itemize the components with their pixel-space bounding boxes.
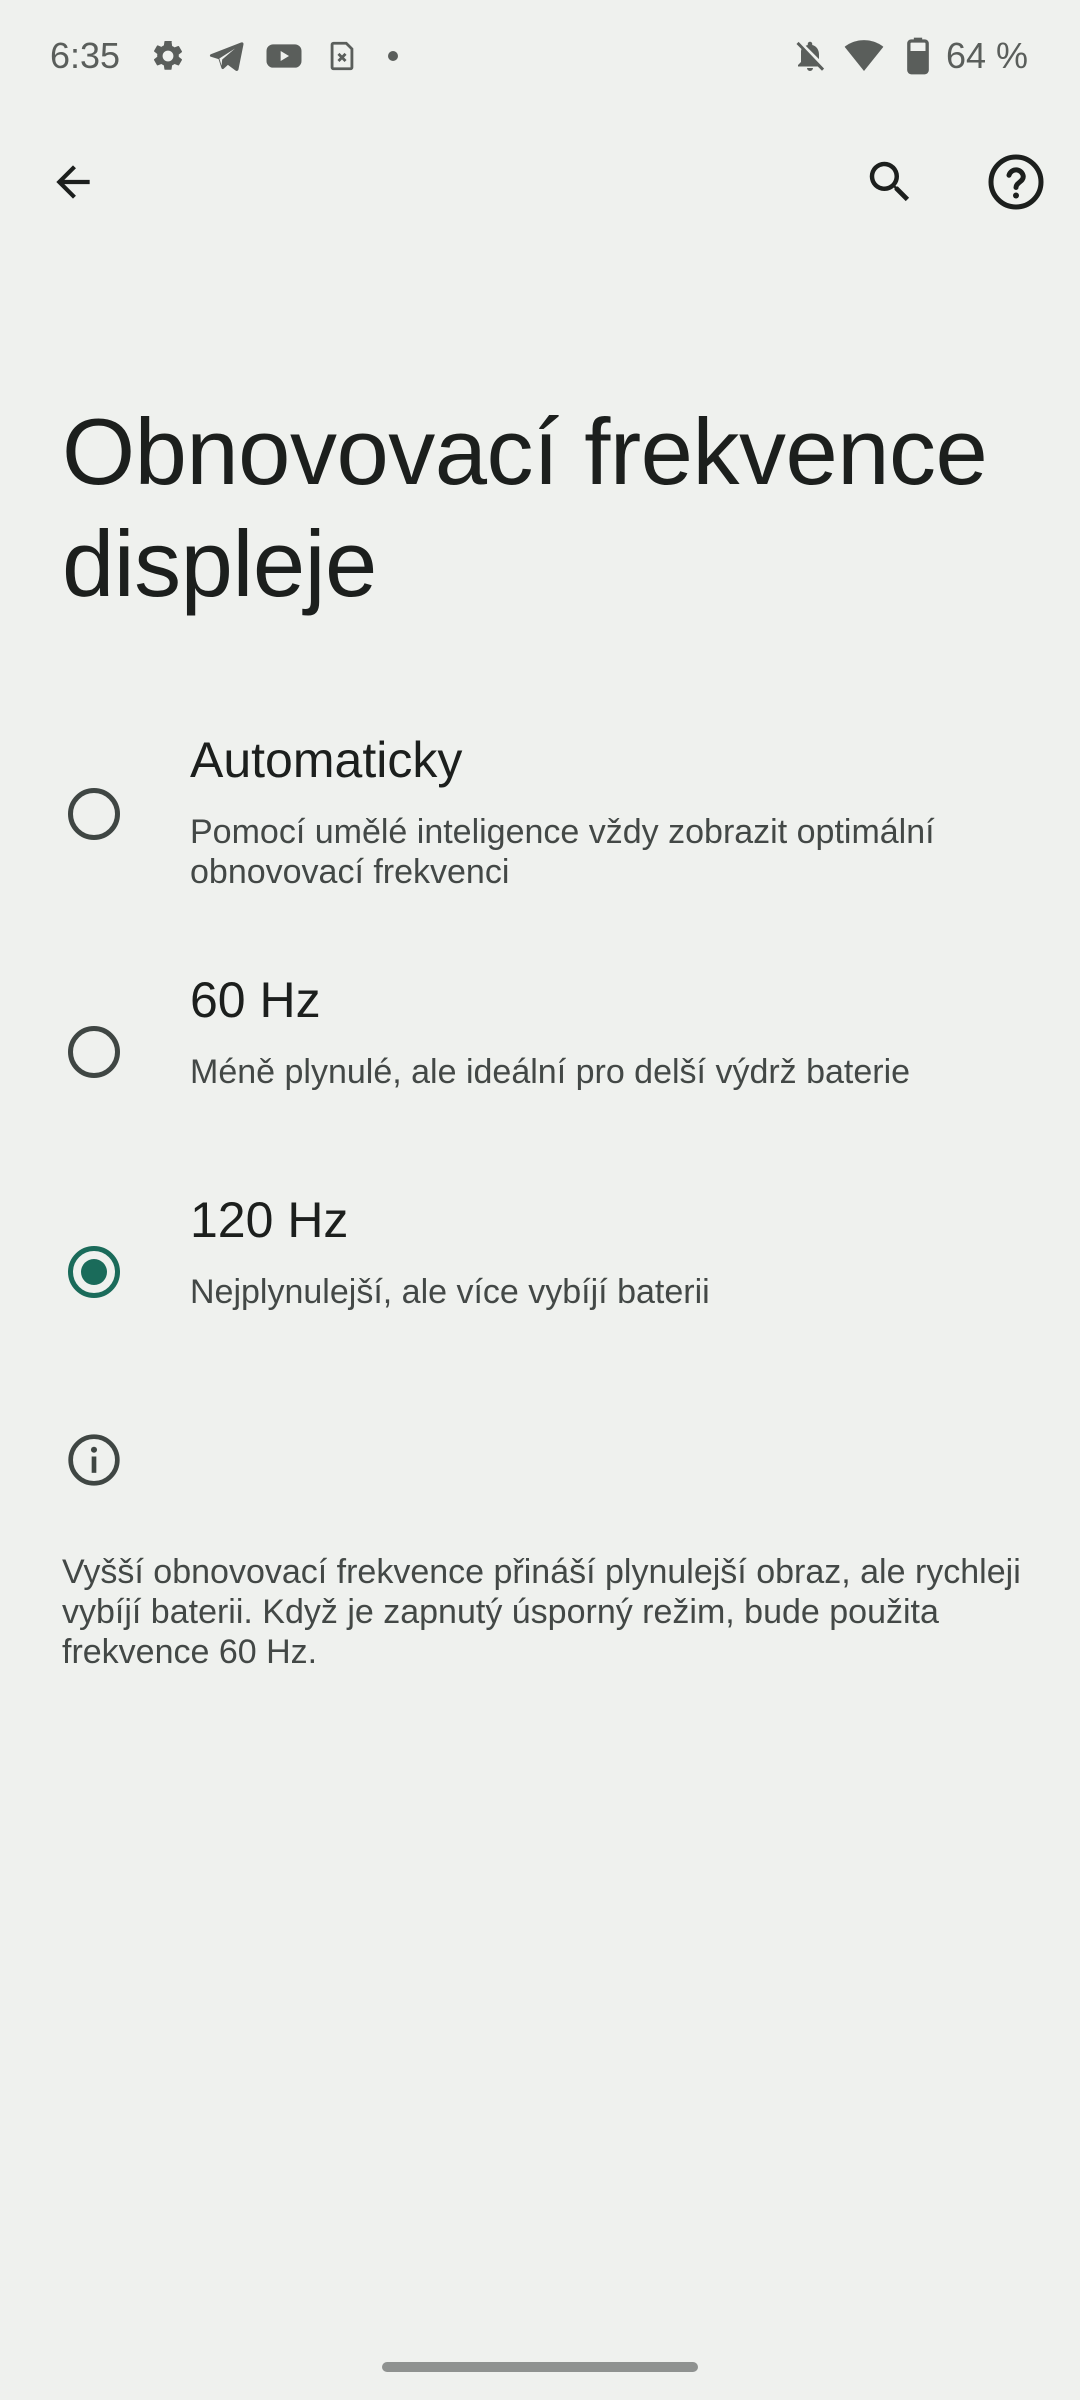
battery-percentage: 64 % — [945, 35, 1028, 76]
search-button[interactable] — [840, 134, 940, 234]
radio-automatic[interactable] — [68, 788, 120, 840]
radio-120hz[interactable] — [68, 1246, 120, 1298]
option-title: 120 Hz — [190, 1192, 349, 1248]
footer-info-text: Vyšší obnovovací frekvence přináší plynu… — [62, 1553, 1021, 1671]
more-notifications-dot — [388, 51, 398, 61]
option-120hz[interactable]: 120 Hz Nejplynulejší, ale více vybíjí ba… — [0, 1190, 1080, 1340]
info-icon — [66, 1432, 122, 1488]
arrow-back-icon — [48, 157, 98, 212]
wifi-icon — [844, 36, 884, 76]
no-sim-icon — [322, 36, 362, 76]
status-bar: 6:35 64 % — [0, 0, 1080, 112]
option-summary: Méně plynulé, ale ideální pro delší výdr… — [190, 1053, 911, 1091]
gesture-nav-handle[interactable] — [382, 2362, 698, 2372]
settings-icon — [148, 36, 188, 76]
search-icon — [863, 155, 917, 214]
battery-icon — [898, 36, 938, 76]
page-title: Obnovovací frekvence displeje — [62, 399, 988, 616]
telegram-icon — [206, 36, 246, 76]
back-button[interactable] — [23, 134, 123, 234]
status-system-icons: 64 % — [790, 34, 1028, 78]
youtube-icon — [264, 36, 304, 76]
option-automatic[interactable]: Automaticky Pomocí umělé inteligence vžd… — [0, 720, 1080, 920]
notifications-off-icon — [790, 36, 830, 76]
status-notification-icons — [148, 36, 398, 76]
option-summary: Pomocí umělé inteligence vždy zobrazit o… — [190, 813, 935, 891]
radio-60hz[interactable] — [68, 1026, 120, 1078]
option-summary: Nejplynulejší, ale více vybíjí baterii — [190, 1273, 710, 1311]
status-time: 6:35 — [50, 35, 121, 76]
help-icon — [986, 152, 1046, 217]
help-button[interactable] — [966, 134, 1066, 234]
app-bar — [0, 124, 1080, 244]
option-title: 60 Hz — [190, 972, 321, 1028]
option-title: Automaticky — [190, 732, 463, 788]
option-60hz[interactable]: 60 Hz Méně plynulé, ale ideální pro delš… — [0, 970, 1080, 1120]
